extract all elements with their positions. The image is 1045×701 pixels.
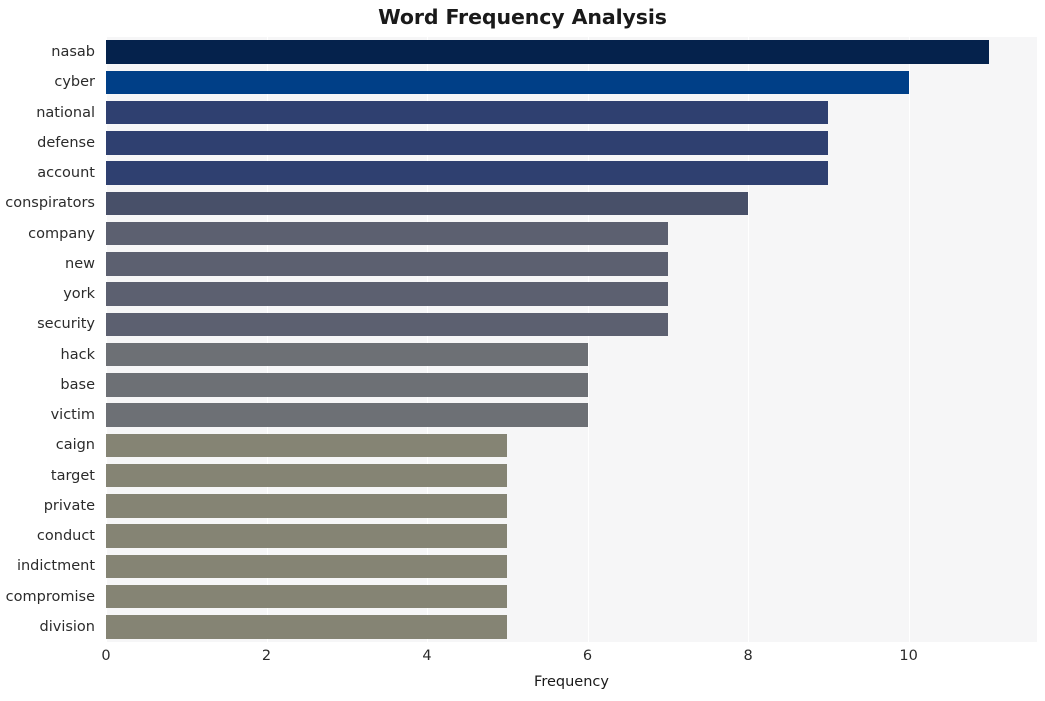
y-tick-label-company: company [28, 225, 95, 242]
bar-row [106, 40, 1037, 64]
bar-row [106, 221, 1037, 246]
bar-private [106, 494, 508, 518]
y-tick-label-security: security [37, 316, 95, 333]
bar-conspirators [106, 191, 749, 216]
y-tick-label-indictment: indictment [16, 558, 95, 575]
bar-row [106, 282, 1037, 306]
bar-security [106, 312, 668, 337]
bar-row [106, 100, 1037, 125]
x-tick-label-4: 4 [422, 648, 432, 664]
bar-base [106, 373, 588, 397]
bar-row [106, 191, 1037, 216]
chart-title: Word Frequency Analysis [378, 5, 667, 29]
y-tick-label-national: national [36, 104, 95, 121]
y-tick-label-hack: hack [60, 346, 95, 363]
bar-row [106, 252, 1037, 276]
bar-row [106, 70, 1037, 95]
bar-row [106, 554, 1037, 579]
y-tick-label-nasab: nasab [51, 44, 95, 61]
y-tick-label-york: york [63, 286, 95, 303]
bar-row [106, 494, 1037, 518]
bar-victim [106, 403, 588, 427]
chart-figure: Word Frequency Analysis nasab cyber nation… [0, 0, 1045, 701]
y-tick-label-conduct: conduct [36, 528, 95, 545]
y-axis-tick-labels: nasab cyber national defense account conspira… [0, 37, 100, 642]
y-tick-label-division: division [39, 618, 96, 635]
bar-compromise [106, 584, 508, 609]
bar-cyber [106, 70, 909, 95]
y-tick-label-new: new [65, 255, 95, 272]
y-tick-label-compromise: compromise [5, 588, 95, 605]
bar-division [106, 615, 508, 639]
bar-indictment [106, 554, 508, 579]
x-tick-label-8: 8 [743, 648, 753, 664]
bar-row [106, 524, 1037, 548]
bar-hack [106, 342, 588, 367]
y-tick-label-defense: defense [37, 134, 95, 151]
bar-company [106, 221, 668, 246]
x-tick-label-0: 0 [101, 648, 111, 664]
bar-row [106, 373, 1037, 397]
bar-national [106, 100, 829, 125]
bar-row [106, 403, 1037, 427]
bar-row [106, 433, 1037, 458]
bar-row [106, 312, 1037, 337]
bar-nasab [106, 40, 989, 64]
bar-conduct [106, 524, 508, 548]
y-tick-label-private: private [43, 497, 95, 514]
y-tick-label-victim: victim [50, 407, 95, 424]
x-tick-label-6: 6 [582, 648, 593, 664]
plot-area [106, 37, 1037, 642]
bar-row [106, 584, 1037, 609]
bar-york [106, 282, 668, 306]
x-axis-title: Frequency [534, 674, 609, 690]
x-tick-label-2: 2 [261, 648, 272, 664]
bar-row [106, 131, 1037, 155]
y-tick-label-target: target [50, 467, 95, 484]
bar-row [106, 615, 1037, 639]
y-tick-label-caign: caign [55, 437, 95, 454]
bar-row [106, 161, 1037, 185]
bar-row [106, 342, 1037, 367]
x-tick-label-10: 10 [899, 648, 918, 664]
bar-account [106, 161, 829, 185]
bar-defense [106, 131, 829, 155]
bar-target [106, 463, 508, 488]
bar-caign [106, 433, 508, 458]
y-tick-label-cyber: cyber [54, 74, 95, 91]
bar-new [106, 252, 668, 276]
bar-series [106, 37, 1037, 642]
y-tick-label-account: account [37, 165, 95, 182]
x-axis-tick-labels: 0 2 4 6 8 10 [0, 648, 1045, 670]
y-tick-label-base: base [60, 376, 95, 393]
bar-row [106, 463, 1037, 488]
y-tick-label-conspirators: conspirators [5, 195, 95, 212]
